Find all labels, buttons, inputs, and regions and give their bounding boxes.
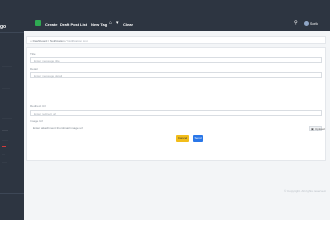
title-input[interactable]: Enter message title [30,57,322,63]
detail-input[interactable]: Enter message detail [30,72,322,78]
nav-list[interactable]: List [80,22,87,27]
sidebar-item[interactable]: ········ [2,86,10,90]
sidebar-divider [0,32,24,33]
image-file-input[interactable]: Enter attachment thumbnail image url ▣ U… [30,125,325,131]
nav-create[interactable]: Create [45,22,57,27]
sidebar-item[interactable]: ·········· [2,116,12,120]
title-placeholder: Enter message title [34,59,60,63]
upload-button[interactable]: ▣ Upload [309,125,325,131]
home-icon[interactable]: ⌂ [109,21,112,26]
redirect-url-input[interactable]: Enter redirect url [30,110,322,116]
breadcrumb-item[interactable]: Dashboard [33,39,48,43]
upload-icon: ▣ [311,126,314,131]
nav-new-tag[interactable]: New Tag [91,22,107,27]
brand-logo-text: go [0,24,7,30]
main-content: ⌂ Dashboard / Notification / Notificatio… [24,31,330,220]
sidebar-item-active[interactable]: ······ [2,128,8,132]
title-label: Title [30,52,36,56]
breadcrumb-current: Notification List [67,38,88,43]
sidebar: go ·········· ········ ·········· ······… [0,0,24,220]
footer-text: © Copyright. All rights reserved. [284,189,327,193]
menu-icon[interactable] [35,20,41,26]
redirect-url-label: Redirect Url [30,104,46,108]
search-icon[interactable]: ⚲ [294,21,298,26]
sidebar-item[interactable]: ····· [2,160,7,164]
sidebar-item[interactable]: ·········· [2,64,12,68]
cancel-button[interactable]: Cancel [176,135,189,142]
notification-form: Title Enter message title Detail Enter m… [26,47,326,161]
image-file-name: Enter attachment thumbnail image url [33,126,83,130]
user-name[interactable]: Sorik [310,22,318,26]
sidebar-item[interactable]: ······ [2,138,8,142]
avatar[interactable] [304,21,309,26]
top-navbar: Create Draft Post List New Tag ⌂ ▾ Clear… [24,0,330,31]
sidebar-active-marker [2,146,6,147]
nav-draft-post[interactable]: Draft Post [60,22,79,27]
image-url-label: Image Url [30,119,44,123]
redirect-url-placeholder: Enter redirect url [34,112,57,116]
sidebar-divider [0,193,24,194]
send-button[interactable]: Send [193,135,203,142]
nav-clear[interactable]: Clear [123,22,133,27]
detail-placeholder: Enter message detail [34,74,63,78]
upload-label: Upload [315,126,325,131]
breadcrumb-item[interactable]: Notification [50,39,65,43]
breadcrumb: ⌂ Dashboard / Notification / Notificatio… [26,36,326,44]
detail-label: Detail [30,67,38,71]
bell-icon[interactable]: ▾ [116,21,119,26]
sidebar-item[interactable]: ··· [2,152,5,156]
